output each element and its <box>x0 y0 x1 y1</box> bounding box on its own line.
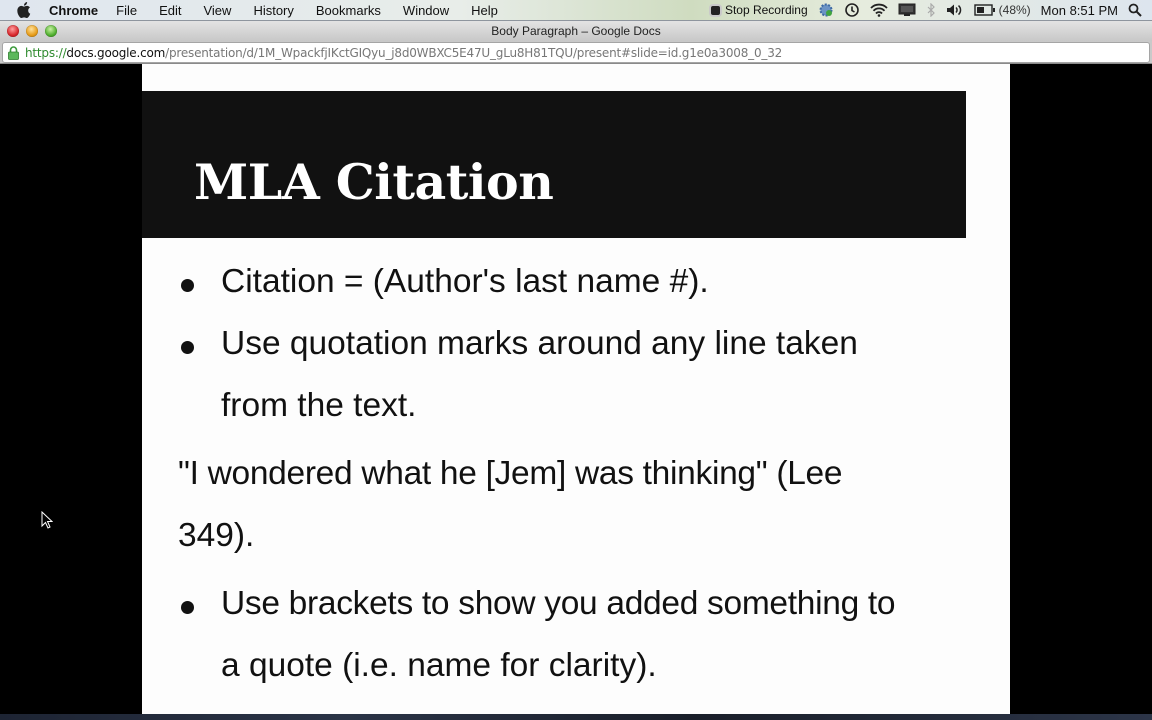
display-icon[interactable] <box>898 3 916 17</box>
body-line: Use brackets to show you added something… <box>221 585 896 622</box>
menu-bar: Chrome File Edit View History Bookmarks … <box>0 0 1152 21</box>
stop-recording-icon <box>710 5 720 15</box>
close-window-button[interactable] <box>7 25 19 37</box>
toolbar: https://docs.google.com/presentation/d/1… <box>0 41 1152 64</box>
url-host: docs.google.com <box>66 45 166 60</box>
menu-help[interactable]: Help <box>471 3 498 18</box>
body-line: Citation = (Author's last name #). <box>221 263 709 300</box>
menu-file[interactable]: File <box>116 3 137 18</box>
dock-edge <box>0 714 1152 720</box>
menu-edit[interactable]: Edit <box>159 3 181 18</box>
bullet-icon <box>181 601 194 614</box>
spotlight-search-icon[interactable] <box>1128 3 1142 17</box>
stop-recording-button[interactable]: Stop Recording <box>710 3 808 17</box>
gear-sync-icon[interactable] <box>818 2 834 18</box>
bullet-icon <box>181 341 194 354</box>
slide[interactable]: MLA Citation Citation = (Author's last n… <box>142 64 1010 715</box>
body-line: a quote (i.e. name for clarity). <box>221 647 657 684</box>
slide-title: MLA Citation <box>194 153 554 211</box>
wifi-icon[interactable] <box>870 3 888 17</box>
window-title: Body Paragraph – Google Docs <box>491 24 661 38</box>
clock[interactable]: Mon 8:51 PM <box>1041 3 1118 18</box>
address-bar[interactable]: https://docs.google.com/presentation/d/1… <box>2 42 1150 63</box>
menu-view[interactable]: View <box>203 3 231 18</box>
battery-indicator[interactable]: (48%) <box>973 3 1031 17</box>
battery-percent: (48%) <box>998 3 1031 17</box>
time-machine-icon[interactable] <box>844 2 860 18</box>
url-path: /presentation/d/1M_WpackfjIKctGIQyu_j8d0… <box>165 45 783 60</box>
presentation-viewport: MLA Citation Citation = (Author's last n… <box>0 64 1152 715</box>
body-line: from the text. <box>221 387 417 424</box>
status-menus: Stop Recording (48%) Mon 8:51 PM <box>710 0 1152 20</box>
minimize-window-button[interactable] <box>26 25 38 37</box>
battery-icon <box>973 4 995 16</box>
title-band: MLA Citation <box>142 91 966 238</box>
apple-menu-icon[interactable] <box>17 2 33 18</box>
menu-window[interactable]: Window <box>403 3 449 18</box>
menu-history[interactable]: History <box>253 3 293 18</box>
url-scheme: https:// <box>25 45 67 60</box>
menu-bookmarks[interactable]: Bookmarks <box>316 3 381 18</box>
body-line: Use quotation marks around any line take… <box>221 325 858 362</box>
zoom-window-button[interactable] <box>45 25 57 37</box>
bluetooth-icon[interactable] <box>926 3 936 17</box>
volume-icon[interactable] <box>946 3 964 17</box>
lock-icon[interactable] <box>8 45 19 60</box>
window-title-bar: Body Paragraph – Google Docs <box>0 21 1152 41</box>
quote-line: "I wondered what he [Jem] was thinking" … <box>178 455 843 492</box>
mouse-pointer-icon <box>41 510 54 534</box>
menu-chrome[interactable]: Chrome <box>49 3 98 18</box>
bullet-icon <box>181 279 194 292</box>
quote-line: 349). <box>178 517 255 554</box>
stop-recording-label: Stop Recording <box>724 3 808 17</box>
